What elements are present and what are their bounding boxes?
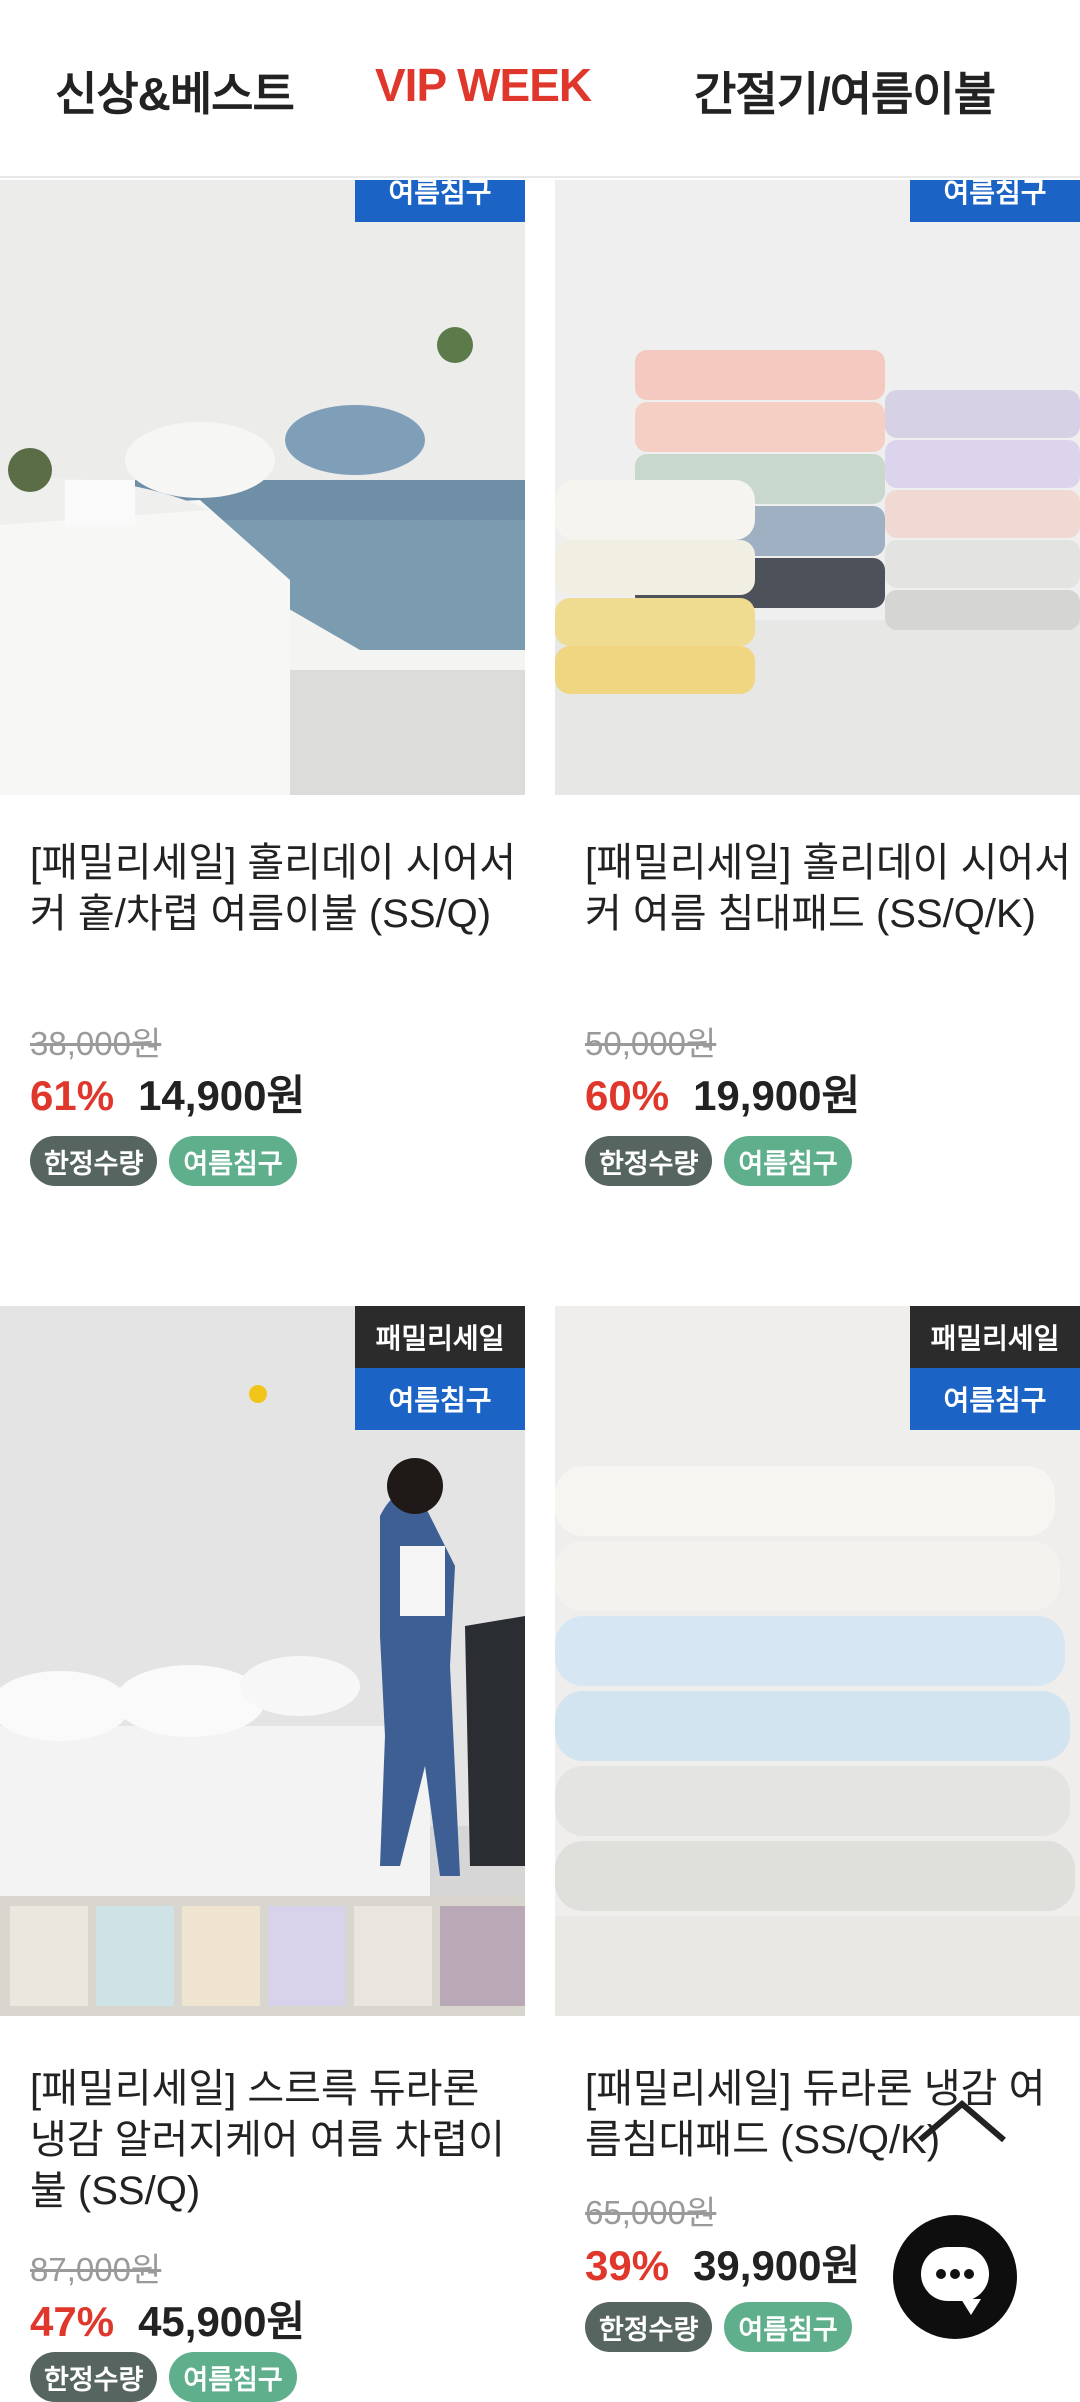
tag-limited: 한정수량 bbox=[30, 2352, 158, 2402]
original-price: 38,000원 bbox=[30, 1025, 162, 1062]
tag-list: 한정수량 여름침구 bbox=[30, 1136, 297, 1186]
price-row: 47% 45,900원 bbox=[30, 2288, 305, 2349]
discount-rate: 47% bbox=[30, 2298, 115, 2345]
discount-rate: 61% bbox=[30, 1072, 115, 1119]
discount-rate: 60% bbox=[585, 1072, 670, 1119]
tag-limited: 한정수량 bbox=[585, 2302, 713, 2352]
chat-bubble-icon bbox=[921, 2247, 989, 2315]
sale-price: 39,900원 bbox=[693, 2242, 861, 2289]
price-row: 39% 39,900원 bbox=[585, 2232, 860, 2293]
tag-limited: 한정수량 bbox=[585, 1136, 713, 1186]
tag-limited: 한정수량 bbox=[30, 1136, 158, 1186]
price-row: 61% 14,900원 bbox=[30, 1062, 305, 1123]
product-image[interactable]: 여름침구 bbox=[0, 180, 525, 795]
badge-family-sale: 패밀리세일 bbox=[355, 1306, 525, 1368]
product-card[interactable]: 여름침구 [패밀리세일] 홀리데이 시어서커 여름 침대패드 (SS/Q/K) … bbox=[555, 0, 1080, 1240]
tab-new-best[interactable]: 신상&베스트 bbox=[55, 58, 295, 124]
tag-summer: 여름침구 bbox=[169, 2352, 297, 2402]
chevron-up-icon[interactable] bbox=[916, 2098, 1008, 2144]
tag-list: 한정수량 여름침구 bbox=[585, 2302, 852, 2352]
original-price: 65,000원 bbox=[585, 2194, 717, 2231]
tag-summer: 여름침구 bbox=[724, 2302, 852, 2352]
sale-price: 19,900원 bbox=[693, 1072, 861, 1119]
category-tab-bar: 신상&베스트 VIP WEEK 간절기/여름이불 bbox=[0, 0, 1080, 178]
discount-rate: 39% bbox=[585, 2242, 670, 2289]
product-title: [패밀리세일] 스르륵 듀라론 냉감 알러지케어 여름 차렵이불 (SS/Q) bbox=[30, 2067, 505, 2213]
original-price: 50,000원 bbox=[585, 1025, 717, 1062]
tag-summer: 여름침구 bbox=[724, 1136, 852, 1186]
product-image[interactable]: 여름침구 bbox=[555, 180, 1080, 795]
tag-list: 한정수량 여름침구 bbox=[30, 2352, 297, 2402]
badge-summer-bedding: 여름침구 bbox=[355, 1368, 525, 1430]
badge-summer-bedding: 여름침구 bbox=[910, 180, 1080, 222]
tab-summer-blanket[interactable]: 간절기/여름이불 bbox=[694, 58, 996, 124]
badge-summer-bedding: 여름침구 bbox=[355, 180, 525, 222]
price-row: 60% 19,900원 bbox=[585, 1062, 860, 1123]
product-title: [패밀리세일] 홀리데이 시어서커 여름 침대패드 (SS/Q/K) bbox=[585, 841, 1072, 936]
original-price: 87,000원 bbox=[30, 2251, 162, 2288]
tag-list: 한정수량 여름침구 bbox=[585, 1136, 852, 1186]
badge-family-sale: 패밀리세일 bbox=[910, 1306, 1080, 1368]
badge-summer-bedding: 여름침구 bbox=[910, 1368, 1080, 1430]
product-card[interactable]: 패밀리세일 여름침구 [패밀리세일] 스르륵 듀라론 냉감 알러지케어 여름 차… bbox=[0, 1240, 525, 2402]
tag-summer: 여름침구 bbox=[169, 1136, 297, 1186]
chat-button[interactable] bbox=[893, 2215, 1017, 2339]
product-title: [패밀리세일] 홀리데이 시어서커 홑/차렵 여름이불 (SS/Q) bbox=[30, 841, 517, 936]
product-card[interactable]: 패밀리세일 여름침구 [패밀리세일] 듀라론 냉감 여름침대패드 (SS/Q/K… bbox=[555, 1240, 1080, 2402]
product-card[interactable]: 여름침구 [패밀리세일] 홀리데이 시어서커 홑/차렵 여름이불 (SS/Q) … bbox=[0, 0, 525, 1240]
sale-price: 45,900원 bbox=[138, 2298, 306, 2345]
sale-price: 14,900원 bbox=[138, 1072, 306, 1119]
tab-vip-week[interactable]: VIP WEEK bbox=[375, 58, 592, 112]
